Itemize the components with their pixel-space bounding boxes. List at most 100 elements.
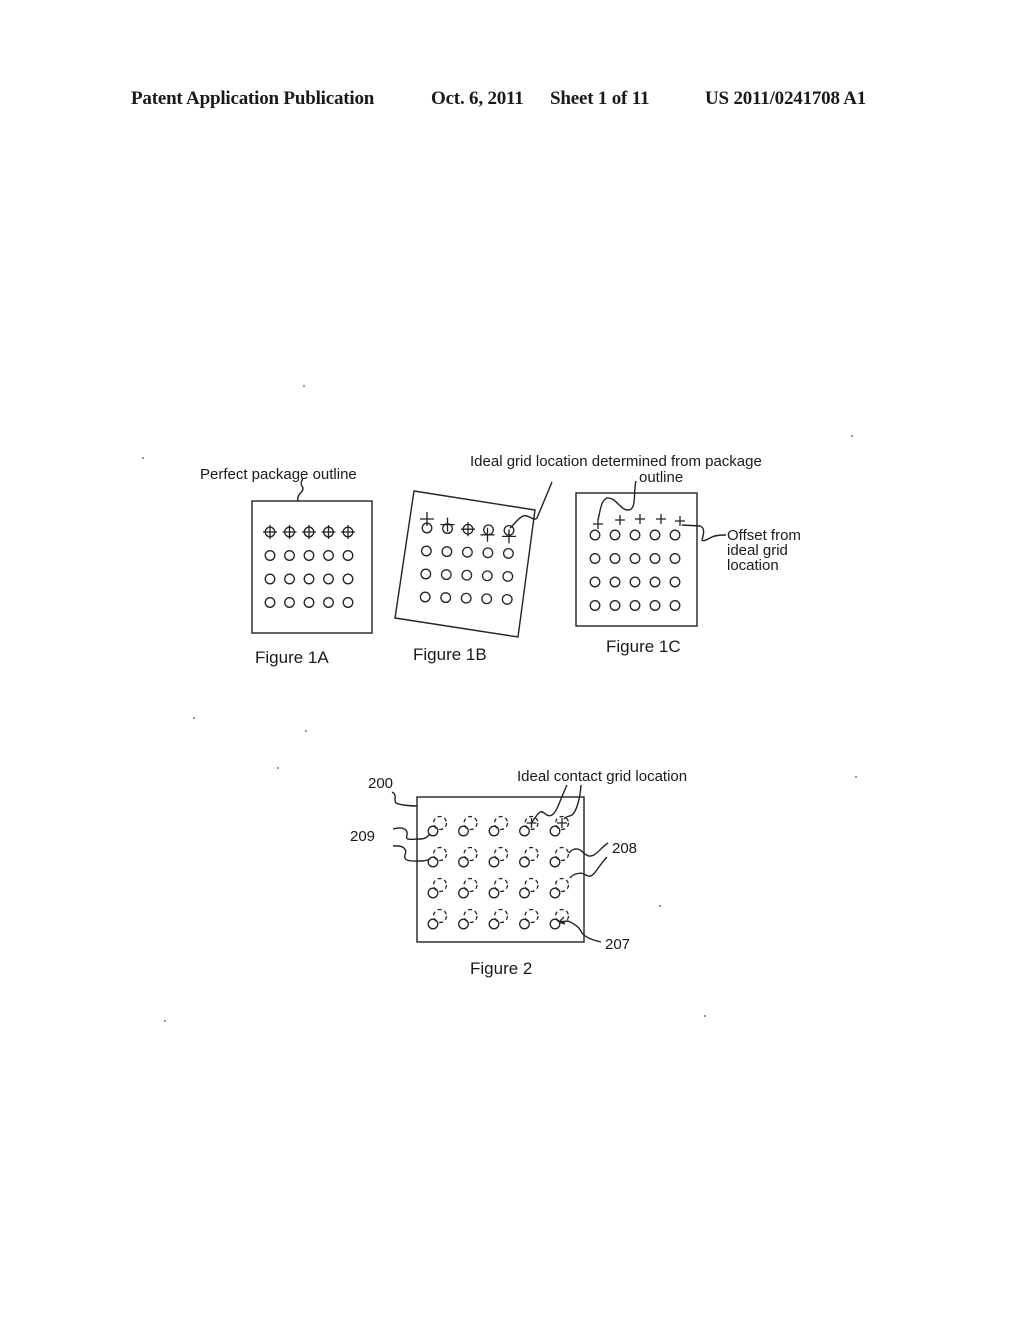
fig2-contact-grid xyxy=(427,815,570,930)
contact-pad xyxy=(303,597,315,608)
contact-pad xyxy=(502,570,514,582)
ideal-location-crosshair xyxy=(420,512,434,526)
contact-pad xyxy=(419,591,431,603)
contact-pad xyxy=(427,918,439,930)
contact-pad xyxy=(549,825,561,837)
scan-speck xyxy=(855,776,857,778)
ideal-location-cross xyxy=(656,514,666,524)
contact-pad xyxy=(519,825,530,837)
contact-pad xyxy=(629,529,641,541)
ideal-location-cross xyxy=(635,514,645,524)
fig1a-contact-grid xyxy=(263,525,355,608)
contact-pad xyxy=(501,593,513,605)
ideal-location-cross xyxy=(593,519,603,529)
contact-pad xyxy=(461,546,473,558)
fig1a-package-outline xyxy=(251,500,373,634)
contact-pad xyxy=(589,576,601,588)
ideal-location-cross xyxy=(615,515,625,525)
ref-208-leader-2 xyxy=(569,856,608,879)
fig1c-label-line3: location xyxy=(727,557,779,574)
fig1b-label: Ideal grid location determined from pack… xyxy=(470,453,762,470)
contact-pad xyxy=(481,593,493,605)
ideal-location-crosshair xyxy=(461,522,475,537)
scan-speck xyxy=(851,435,853,437)
contact-pad xyxy=(549,887,561,899)
contact-pad xyxy=(669,576,681,588)
contact-pad xyxy=(264,573,276,585)
figure-1c: Offset from ideal grid location Figure 1… xyxy=(575,480,801,656)
contact-pad xyxy=(420,545,432,557)
fig2-caption: Figure 2 xyxy=(470,959,532,978)
fig1c-contact-grid xyxy=(589,514,685,611)
contact-pad xyxy=(440,592,452,604)
fig1b-rotated-package-outline xyxy=(394,490,536,638)
contact-pad xyxy=(440,569,452,581)
fig1b-caption: Figure 1B xyxy=(413,645,487,664)
scan-speck xyxy=(305,730,307,732)
scan-speck xyxy=(303,385,305,387)
ref-209: 209 xyxy=(350,828,375,845)
ideal-contact-cross xyxy=(526,818,537,828)
ideal-location-crosshair xyxy=(302,525,316,539)
ref-207-leader xyxy=(558,920,602,943)
contact-pad xyxy=(284,597,295,608)
fig1c-offset-leader-line xyxy=(681,524,727,542)
contact-pad xyxy=(488,887,500,899)
scan-speck xyxy=(193,717,195,719)
contact-pad xyxy=(284,573,295,585)
contact-pad xyxy=(458,825,469,837)
ref-207-arrowhead xyxy=(558,916,566,925)
fig2-label-leader-2 xyxy=(563,784,582,820)
ref-208-leader-1 xyxy=(568,842,609,857)
contact-pad xyxy=(649,553,661,564)
ref-207: 207 xyxy=(605,936,630,953)
contact-pad xyxy=(589,529,601,541)
contact-pad xyxy=(441,546,453,558)
fig1c-leader-line-top xyxy=(597,480,637,521)
contact-pad xyxy=(649,576,661,588)
ref-208: 208 xyxy=(612,840,637,857)
fig1a-caption: Figure 1A xyxy=(255,648,329,667)
contact-pad xyxy=(669,553,681,564)
contact-pad xyxy=(458,887,469,899)
ref-200: 200 xyxy=(368,775,393,792)
contact-pad xyxy=(649,529,661,541)
contact-pad xyxy=(488,856,500,868)
ideal-contact-cross xyxy=(557,818,567,828)
contact-pad xyxy=(461,569,473,581)
contact-pad xyxy=(481,570,493,582)
ideal-location-crosshair xyxy=(341,525,355,539)
contact-pad xyxy=(669,529,681,541)
contact-pad xyxy=(458,856,469,868)
scan-speck xyxy=(659,905,661,907)
figure-2: Ideal contact grid location 200 209 208 … xyxy=(350,768,687,978)
contact-pad xyxy=(303,550,315,561)
scan-speck xyxy=(142,457,144,459)
ref-209-leader-2 xyxy=(392,845,431,862)
contact-pad xyxy=(264,550,276,561)
contact-pad xyxy=(629,600,641,611)
contact-pad xyxy=(589,553,601,564)
scan-speck xyxy=(704,1015,706,1017)
contact-pad xyxy=(284,550,295,561)
scan-speck xyxy=(164,1020,166,1022)
contact-pad xyxy=(342,597,354,608)
contact-pad xyxy=(649,600,661,611)
fig2-label: Ideal contact grid location xyxy=(517,768,687,785)
contact-pad xyxy=(519,887,530,899)
fig1b-label-line2: outline xyxy=(639,469,683,486)
drawing-sheet: Perfect package outline Figure 1A Ideal … xyxy=(142,385,857,1022)
contact-pad xyxy=(609,576,621,588)
fig1a-label: Perfect package outline xyxy=(200,466,357,483)
ref-200-leader xyxy=(391,791,418,807)
contact-pad xyxy=(629,553,641,564)
contact-pad xyxy=(549,918,561,930)
contact-pad xyxy=(427,887,439,899)
contact-pad xyxy=(609,553,621,564)
ideal-location-crosshair xyxy=(480,527,495,542)
figure-1b: Ideal grid location determined from pack… xyxy=(394,453,762,664)
contact-pad xyxy=(669,600,681,611)
contact-pad xyxy=(609,529,621,541)
ideal-location-crosshair xyxy=(263,525,277,539)
contact-pad xyxy=(420,568,432,580)
